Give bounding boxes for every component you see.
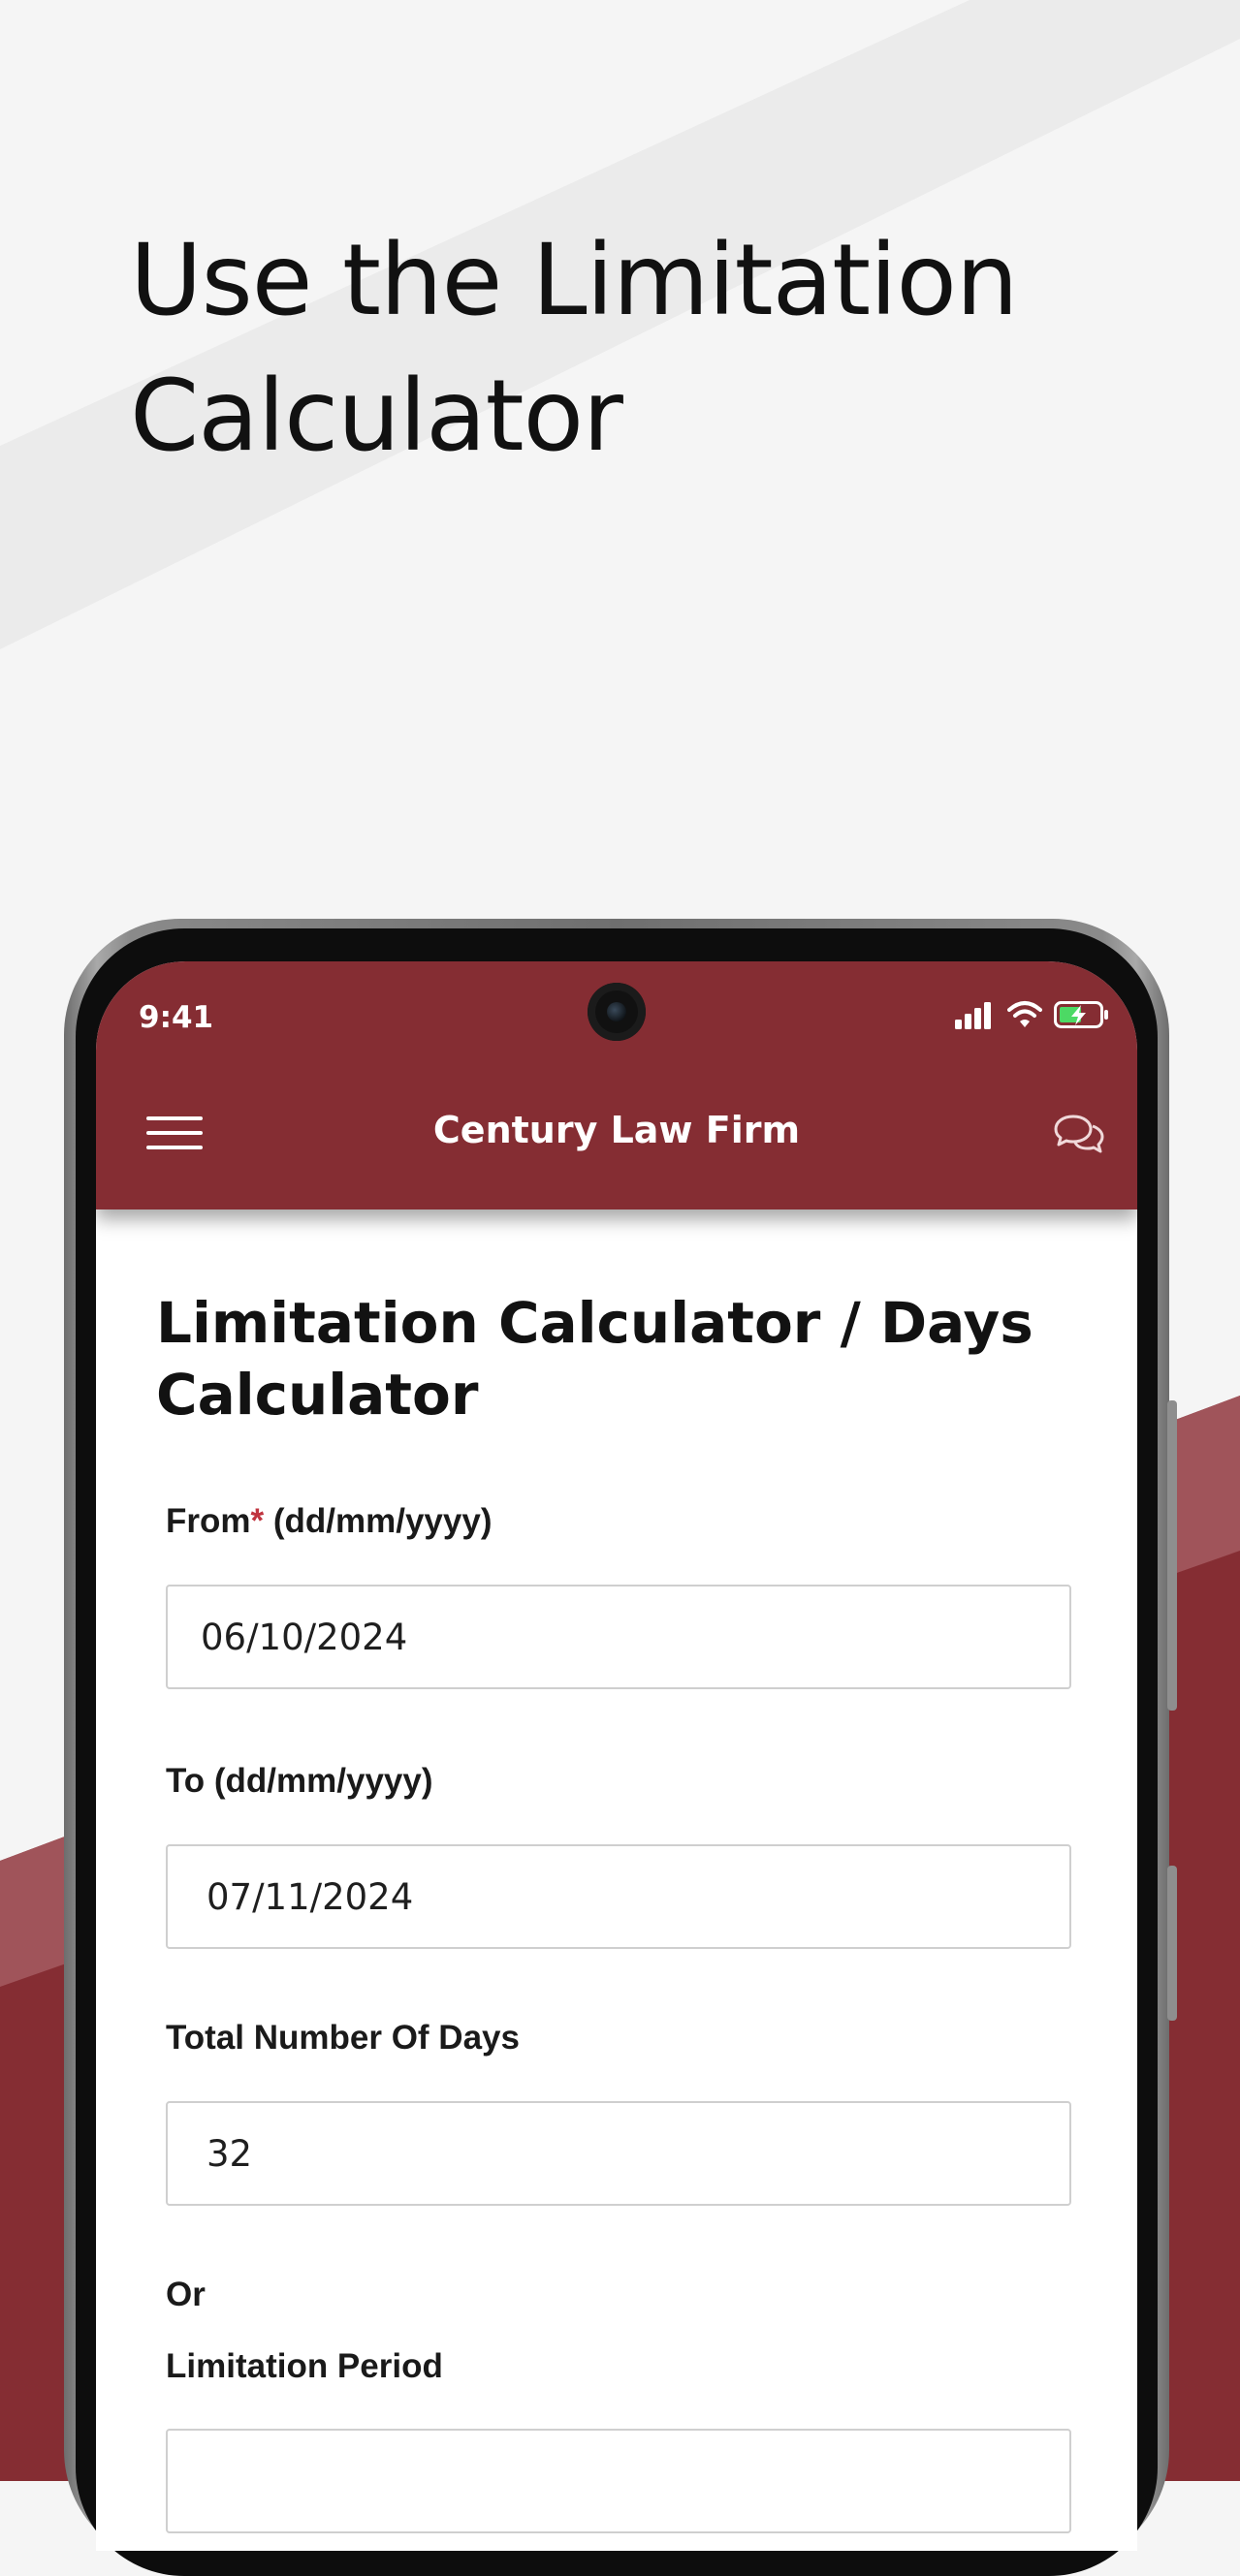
calculator-form: Limitation Calculator / Days Calculator … <box>96 1209 1137 2551</box>
battery-charging-icon <box>1054 1001 1108 1028</box>
promo-headline-line2: Calculator <box>130 359 623 474</box>
status-time: 9:41 <box>139 1000 214 1035</box>
phone-side-button <box>1167 1866 1177 2021</box>
limitation-period-input[interactable] <box>166 2429 1071 2533</box>
from-label: From* (dd/mm/yyyy) <box>166 1502 492 1541</box>
from-label-text: From <box>166 1502 251 1540</box>
chat-icon <box>1054 1115 1104 1153</box>
wifi-icon <box>1007 1001 1042 1027</box>
limitation-period-label: Limitation Period <box>166 2347 443 2385</box>
from-date-input[interactable] <box>166 1585 1071 1689</box>
app-title: Century Law Firm <box>432 1109 801 1151</box>
page-title: Limitation Calculator / Days Calculator <box>156 1290 1033 1428</box>
total-days-label: Total Number Of Days <box>166 2019 520 2057</box>
signal-icon <box>955 1002 991 1029</box>
phone-screen: 9:41 Century Law Firm Limitation Calcula… <box>96 961 1137 2551</box>
promo-headline: Use the Limitation Calculator <box>130 213 1099 485</box>
or-text: Or <box>166 2276 206 2313</box>
required-mark: * <box>250 1502 265 1540</box>
status-icons <box>955 1000 1110 1033</box>
to-date-input[interactable] <box>166 1844 1071 1949</box>
total-days-input[interactable] <box>166 2101 1071 2206</box>
front-camera <box>588 983 646 1041</box>
app-header: 9:41 Century Law Firm <box>96 961 1137 1209</box>
phone-side-button <box>1167 1400 1177 1711</box>
chat-button[interactable] <box>1054 1113 1104 1155</box>
from-format-hint: (dd/mm/yyyy) <box>264 1502 493 1540</box>
promo-headline-line1: Use the Limitation <box>130 223 1019 338</box>
to-label: To (dd/mm/yyyy) <box>166 1762 433 1800</box>
